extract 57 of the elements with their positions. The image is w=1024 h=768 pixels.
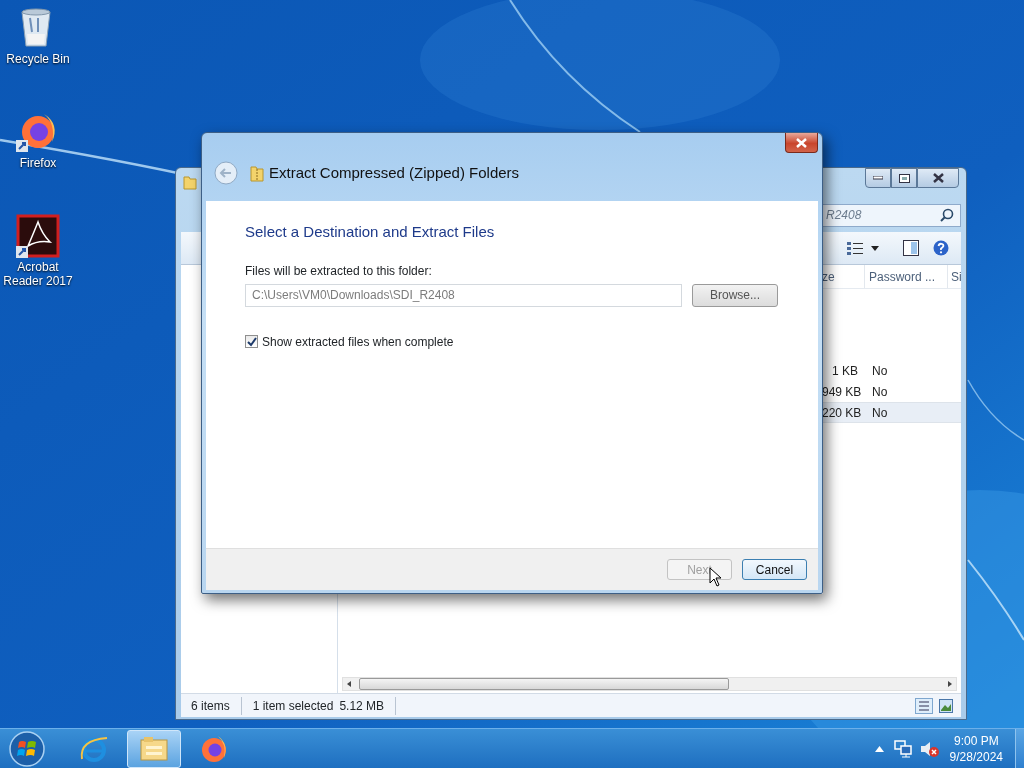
status-text: 6 items bbox=[191, 697, 230, 715]
dialog-heading: Select a Destination and Extract Files bbox=[245, 222, 496, 242]
network-icon[interactable] bbox=[893, 739, 912, 758]
preview-pane-icon[interactable] bbox=[903, 240, 919, 256]
scroll-thumb[interactable] bbox=[359, 678, 729, 690]
pdf-icon[interactable] bbox=[16, 214, 60, 260]
caret-icon[interactable] bbox=[871, 245, 879, 251]
column-header[interactable]: Password ... bbox=[864, 265, 947, 288]
view-list-icon[interactable] bbox=[847, 241, 863, 255]
close-button[interactable] bbox=[917, 168, 959, 188]
table-cell-text: No bbox=[871, 362, 889, 380]
help-icon[interactable] bbox=[933, 240, 949, 256]
volume-muted-icon[interactable] bbox=[919, 739, 940, 758]
window-title: Extract Compressed (Zipped) Folders bbox=[269, 162, 520, 183]
close-icon bbox=[932, 173, 944, 183]
horizontal-scrollbar[interactable] bbox=[342, 677, 957, 691]
icon-label[interactable]: Acrobat Reader 2017 bbox=[3, 260, 73, 288]
minimize-button[interactable] bbox=[865, 168, 891, 188]
table-cell-text: No bbox=[871, 404, 889, 422]
details-view-icon[interactable] bbox=[915, 697, 933, 714]
field-label: Files will be extracted to this folder: bbox=[245, 262, 433, 280]
table-cell-text: No bbox=[871, 383, 889, 401]
clock-date: 9/28/2024 bbox=[949, 748, 1003, 765]
column-header[interactable]: Si bbox=[947, 265, 961, 288]
browse-button[interactable]: Browse... bbox=[692, 283, 778, 307]
file-row[interactable]: 220 KB No bbox=[822, 402, 961, 423]
browser-icon bbox=[199, 733, 229, 764]
column-header[interactable]: ze bbox=[822, 265, 864, 288]
table-cell-text: 220 KB bbox=[822, 404, 863, 422]
search-icon bbox=[940, 208, 954, 222]
folder-icon bbox=[183, 174, 197, 190]
cancel-button[interactable]: Cancel bbox=[742, 559, 807, 580]
search-field[interactable]: R2408 bbox=[821, 203, 961, 227]
icon-label[interactable]: Firefox bbox=[19, 156, 57, 170]
zip-folder-icon bbox=[250, 164, 264, 182]
icon-label[interactable]: Recycle Bin bbox=[6, 52, 70, 66]
search-text: R2408 bbox=[826, 207, 862, 224]
table-cell-text: 1 KB bbox=[831, 362, 859, 380]
minimize-icon bbox=[873, 176, 883, 180]
close-icon bbox=[796, 137, 807, 148]
status-text: 1 item selected bbox=[252, 697, 334, 715]
tiles-view-icon[interactable] bbox=[939, 698, 953, 713]
checkbox[interactable] bbox=[245, 335, 258, 348]
status-text: 5.12 MB bbox=[339, 697, 385, 715]
file-row[interactable]: 1 KB No bbox=[822, 360, 961, 381]
checkbox-label[interactable]: Show extracted files when complete bbox=[262, 332, 454, 351]
path-field[interactable]: C:\Users\VM0\Downloads\SDI_R2408 bbox=[245, 283, 682, 307]
taskbar-button[interactable] bbox=[127, 729, 181, 768]
show-hidden-icons-button[interactable] bbox=[874, 745, 884, 752]
start-button[interactable] bbox=[7, 729, 47, 768]
file-row[interactable]: 949 KB No bbox=[822, 381, 961, 402]
close-button[interactable] bbox=[785, 133, 818, 153]
table-cell-text: 949 KB bbox=[822, 383, 863, 401]
clock[interactable]: 9:00 PM 9/28/2024 bbox=[949, 732, 1003, 765]
clock-time: 9:00 PM bbox=[952, 732, 1000, 749]
maximize-button[interactable] bbox=[891, 168, 917, 188]
maximize-icon bbox=[898, 173, 910, 183]
